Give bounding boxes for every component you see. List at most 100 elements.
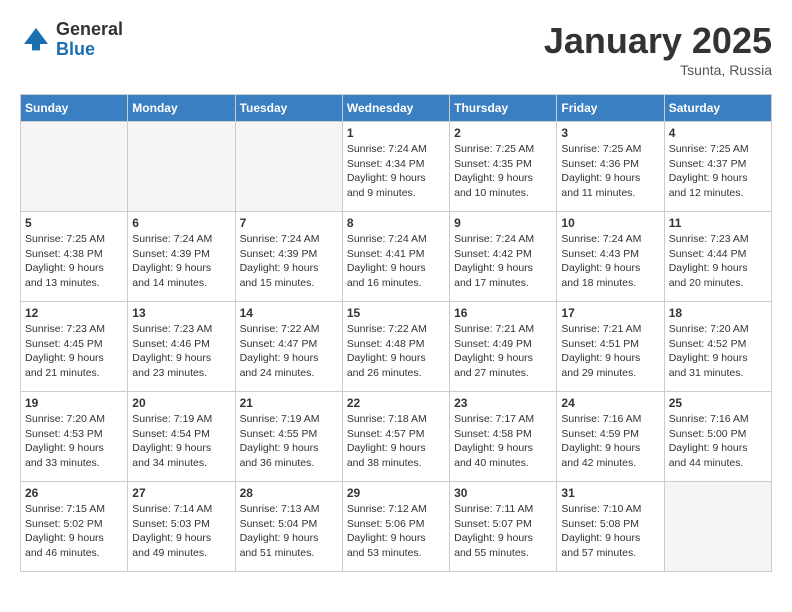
calendar-cell: 22 Sunrise: 7:18 AMSunset: 4:57 PMDayligh… [342, 392, 449, 482]
page-header: General Blue January 2025 Tsunta, Russia [20, 20, 772, 78]
day-info: Sunrise: 7:25 AMSunset: 4:35 PMDaylight:… [454, 142, 552, 201]
calendar-cell: 20 Sunrise: 7:19 AMSunset: 4:54 PMDayligh… [128, 392, 235, 482]
calendar-cell: 15 Sunrise: 7:22 AMSunset: 4:48 PMDayligh… [342, 302, 449, 392]
calendar-cell: 27Sunrise: 7:14 AMSunset: 5:03 PMDayligh… [128, 482, 235, 572]
day-info: Sunrise: 7:16 AMSunset: 5:00 PMDaylight:… [669, 412, 767, 471]
title-block: January 2025 Tsunta, Russia [544, 20, 772, 78]
week-row: 12 Sunrise: 7:23 AMSunset: 4:45 PMDayligh… [21, 302, 772, 392]
day-info: Sunrise: 7:24 AMSunset: 4:41 PMDaylight:… [347, 232, 445, 291]
calendar-cell: 8Sunrise: 7:24 AMSunset: 4:41 PMDaylight… [342, 212, 449, 302]
day-info: Sunrise: 7:23 AMSunset: 4:46 PMDaylight:… [132, 322, 230, 381]
day-info: Sunrise: 7:25 AMSunset: 4:37 PMDaylight:… [669, 142, 767, 201]
day-number: 18 [669, 306, 767, 320]
header-day: Thursday [450, 95, 557, 122]
calendar-cell: 12 Sunrise: 7:23 AMSunset: 4:45 PMDayligh… [21, 302, 128, 392]
day-number: 11 [669, 216, 767, 230]
day-info: Sunrise: 7:19 AMSunset: 4:54 PMDaylight:… [132, 412, 230, 471]
header-row: SundayMondayTuesdayWednesdayThursdayFrid… [21, 95, 772, 122]
calendar-cell [128, 122, 235, 212]
day-info: Sunrise: 7:19 AMSunset: 4:55 PMDaylight:… [240, 412, 338, 471]
calendar-cell: 1 Sunrise: 7:24 AMSunset: 4:34 PMDaylight… [342, 122, 449, 212]
header-day: Wednesday [342, 95, 449, 122]
calendar-cell [21, 122, 128, 212]
calendar-cell: 7 Sunrise: 7:24 AMSunset: 4:39 PMDaylight… [235, 212, 342, 302]
calendar-cell: 26Sunrise: 7:15 AMSunset: 5:02 PMDayligh… [21, 482, 128, 572]
calendar-cell: 6 Sunrise: 7:24 AMSunset: 4:39 PMDaylight… [128, 212, 235, 302]
day-number: 30 [454, 486, 552, 500]
day-info: Sunrise: 7:24 AMSunset: 4:42 PMDaylight:… [454, 232, 552, 291]
day-number: 2 [454, 126, 552, 140]
calendar-cell: 23 Sunrise: 7:17 AMSunset: 4:58 PMDayligh… [450, 392, 557, 482]
calendar-cell: 14 Sunrise: 7:22 AMSunset: 4:47 PMDayligh… [235, 302, 342, 392]
day-info: Sunrise: 7:20 AMSunset: 4:53 PMDaylight:… [25, 412, 123, 471]
day-number: 6 [132, 216, 230, 230]
day-number: 7 [240, 216, 338, 230]
header-day: Saturday [664, 95, 771, 122]
day-number: 4 [669, 126, 767, 140]
calendar-cell: 11 Sunrise: 7:23 AMSunset: 4:44 PMDayligh… [664, 212, 771, 302]
calendar-cell: 2 Sunrise: 7:25 AMSunset: 4:35 PMDaylight… [450, 122, 557, 212]
week-row: 26Sunrise: 7:15 AMSunset: 5:02 PMDayligh… [21, 482, 772, 572]
day-number: 31 [561, 486, 659, 500]
day-info: Sunrise: 7:21 AMSunset: 4:51 PMDaylight:… [561, 322, 659, 381]
day-info: Sunrise: 7:25 AMSunset: 4:36 PMDaylight:… [561, 142, 659, 201]
day-number: 29 [347, 486, 445, 500]
day-number: 15 [347, 306, 445, 320]
header-day: Tuesday [235, 95, 342, 122]
day-number: 12 [25, 306, 123, 320]
calendar-cell: 30 Sunrise: 7:11 AMSunset: 5:07 PMDayligh… [450, 482, 557, 572]
day-info: Sunrise: 7:16 AMSunset: 4:59 PMDaylight:… [561, 412, 659, 471]
day-number: 28 [240, 486, 338, 500]
day-number: 24 [561, 396, 659, 410]
logo: General Blue [20, 20, 123, 60]
logo-general: General [56, 20, 123, 40]
day-number: 5 [25, 216, 123, 230]
header-day: Friday [557, 95, 664, 122]
day-info: Sunrise: 7:25 AMSunset: 4:38 PMDaylight:… [25, 232, 123, 291]
day-number: 19 [25, 396, 123, 410]
logo-text: General Blue [56, 20, 123, 60]
day-number: 23 [454, 396, 552, 410]
day-number: 25 [669, 396, 767, 410]
day-info: Sunrise: 7:22 AMSunset: 4:48 PMDaylight:… [347, 322, 445, 381]
week-row: 19 Sunrise: 7:20 AMSunset: 4:53 PMDayligh… [21, 392, 772, 482]
day-info: Sunrise: 7:11 AMSunset: 5:07 PMDaylight:… [454, 502, 552, 561]
calendar-header: SundayMondayTuesdayWednesdayThursdayFrid… [21, 95, 772, 122]
day-number: 10 [561, 216, 659, 230]
day-info: Sunrise: 7:24 AMSunset: 4:39 PMDaylight:… [240, 232, 338, 291]
calendar-cell: 9 Sunrise: 7:24 AMSunset: 4:42 PMDaylight… [450, 212, 557, 302]
day-info: Sunrise: 7:20 AMSunset: 4:52 PMDaylight:… [669, 322, 767, 381]
day-number: 3 [561, 126, 659, 140]
day-number: 20 [132, 396, 230, 410]
day-info: Sunrise: 7:24 AMSunset: 4:34 PMDaylight:… [347, 142, 445, 201]
calendar-body: 1 Sunrise: 7:24 AMSunset: 4:34 PMDaylight… [21, 122, 772, 572]
calendar-cell: 17Sunrise: 7:21 AMSunset: 4:51 PMDayligh… [557, 302, 664, 392]
day-number: 27 [132, 486, 230, 500]
day-number: 26 [25, 486, 123, 500]
day-number: 9 [454, 216, 552, 230]
day-number: 1 [347, 126, 445, 140]
calendar-cell: 31Sunrise: 7:10 AMSunset: 5:08 PMDayligh… [557, 482, 664, 572]
calendar-cell: 24 Sunrise: 7:16 AMSunset: 4:59 PMDayligh… [557, 392, 664, 482]
calendar-cell: 5 Sunrise: 7:25 AMSunset: 4:38 PMDaylight… [21, 212, 128, 302]
day-info: Sunrise: 7:17 AMSunset: 4:58 PMDaylight:… [454, 412, 552, 471]
logo-blue: Blue [56, 40, 123, 60]
calendar-cell [235, 122, 342, 212]
logo-icon [20, 24, 52, 56]
day-info: Sunrise: 7:18 AMSunset: 4:57 PMDaylight:… [347, 412, 445, 471]
week-row: 5 Sunrise: 7:25 AMSunset: 4:38 PMDaylight… [21, 212, 772, 302]
header-day: Monday [128, 95, 235, 122]
month-title: January 2025 [544, 20, 772, 62]
day-info: Sunrise: 7:23 AMSunset: 4:45 PMDaylight:… [25, 322, 123, 381]
calendar-cell: 13Sunrise: 7:23 AMSunset: 4:46 PMDayligh… [128, 302, 235, 392]
calendar-cell: 28Sunrise: 7:13 AMSunset: 5:04 PMDayligh… [235, 482, 342, 572]
day-info: Sunrise: 7:22 AMSunset: 4:47 PMDaylight:… [240, 322, 338, 381]
week-row: 1 Sunrise: 7:24 AMSunset: 4:34 PMDaylight… [21, 122, 772, 212]
subtitle: Tsunta, Russia [544, 62, 772, 78]
calendar-cell: 18 Sunrise: 7:20 AMSunset: 4:52 PMDayligh… [664, 302, 771, 392]
day-info: Sunrise: 7:24 AMSunset: 4:39 PMDaylight:… [132, 232, 230, 291]
day-number: 22 [347, 396, 445, 410]
day-info: Sunrise: 7:23 AMSunset: 4:44 PMDaylight:… [669, 232, 767, 291]
day-number: 14 [240, 306, 338, 320]
calendar-cell: 21Sunrise: 7:19 AMSunset: 4:55 PMDayligh… [235, 392, 342, 482]
